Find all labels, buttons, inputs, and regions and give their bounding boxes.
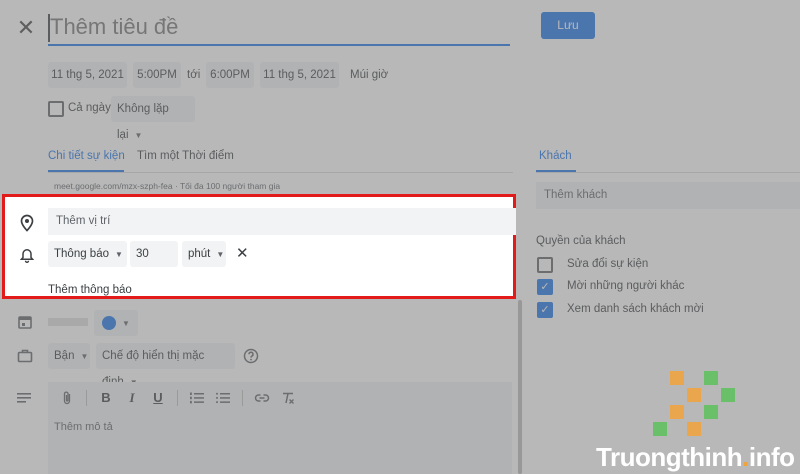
- visibility-dropdown[interactable]: Chế độ hiển thị mặc định▼: [96, 343, 235, 388]
- remove-notification-icon[interactable]: ✕: [236, 243, 249, 265]
- briefcase-icon: [17, 348, 33, 364]
- dropdown-caret-icon: ▼: [122, 319, 130, 328]
- description-placeholder: Thêm mô tả: [54, 421, 113, 433]
- location-pin-icon: [19, 214, 35, 232]
- permission-invite-label: Mời những người khác: [567, 280, 685, 292]
- underline-icon[interactable]: U: [147, 387, 169, 409]
- scrollbar-thumb[interactable]: [518, 300, 522, 474]
- location-input[interactable]: [48, 208, 516, 235]
- highlight-box: Thêm vị trí Thông báo ▼ 30 phút ▼ ✕ Thêm t…: [2, 194, 516, 299]
- notification-type-dropdown[interactable]: Thông báo ▼: [48, 241, 127, 267]
- notification-unit-value: phút: [188, 248, 211, 260]
- bell-icon: [20, 248, 34, 263]
- end-time-chip[interactable]: 6:00PM: [206, 62, 254, 88]
- permission-modify-checkbox[interactable]: [537, 257, 553, 273]
- add-guests-placeholder: Thêm khách: [544, 189, 608, 201]
- help-icon[interactable]: [243, 348, 259, 364]
- calendar-color-dot: [102, 315, 117, 330]
- watermark-tld: info: [748, 442, 795, 472]
- repeat-dropdown[interactable]: Không lặp lại ▼: [111, 96, 195, 141]
- tab-find-time[interactable]: Tìm một Thời điểm: [137, 150, 234, 162]
- close-icon[interactable]: ✕: [12, 14, 40, 42]
- tab-event-details[interactable]: Chi tiết sự kiện: [48, 150, 125, 162]
- watermark-square: [653, 422, 667, 436]
- add-notification-link[interactable]: Thêm thông báo: [48, 284, 132, 296]
- start-time-chip[interactable]: 5:00PM: [133, 62, 181, 88]
- all-day-label: Cả ngày: [68, 102, 111, 114]
- location-placeholder: Thêm vị trí: [56, 215, 111, 227]
- dropdown-caret-icon: ▼: [134, 131, 143, 140]
- clear-formatting-icon[interactable]: [277, 387, 299, 409]
- permission-invite-checkbox[interactable]: ✓: [537, 279, 553, 295]
- toolbar-divider: [86, 390, 87, 406]
- tab-guests[interactable]: Khách: [539, 150, 572, 162]
- watermark-square: [687, 422, 701, 436]
- notification-type-value: Thông báo: [54, 248, 109, 260]
- bulleted-list-icon[interactable]: [212, 387, 234, 409]
- watermark-logo-text: Truongthinh.info: [596, 442, 795, 473]
- save-button[interactable]: Lưu: [541, 12, 595, 39]
- dropdown-caret-icon: ▼: [216, 250, 225, 259]
- toolbar-divider: [242, 390, 243, 406]
- dropdown-caret-icon: ▼: [115, 250, 123, 259]
- watermark-square: [670, 405, 684, 419]
- meet-link[interactable]: meet.google.com/mzx-szph-fea · Tối đa 10…: [54, 181, 280, 191]
- watermark-brand: Truongthinh: [596, 442, 743, 472]
- busy-value: Bận: [54, 350, 75, 362]
- calendar-icon: [17, 314, 33, 330]
- notification-unit-dropdown[interactable]: phút ▼: [182, 241, 226, 267]
- description-icon: [17, 392, 31, 404]
- end-date-chip[interactable]: 11 thg 5, 2021: [260, 62, 339, 88]
- guests-tabs-divider: [536, 172, 800, 173]
- watermark-square: [704, 405, 718, 419]
- timezone-link[interactable]: Múi giờ: [350, 69, 388, 81]
- repeat-value: Không lặp lại: [117, 103, 169, 141]
- all-day-checkbox[interactable]: [48, 101, 64, 117]
- link-icon[interactable]: [251, 387, 273, 409]
- permission-modify-label: Sửa đổi sự kiện: [567, 258, 649, 270]
- watermark-square: [704, 371, 718, 385]
- attachment-icon[interactable]: [56, 387, 78, 409]
- tabs-divider: [48, 172, 513, 173]
- event-title-input[interactable]: [48, 10, 510, 46]
- text-caret: [48, 14, 50, 42]
- toolbar-divider: [177, 390, 178, 406]
- watermark-square: [687, 388, 701, 402]
- to-label: tới: [187, 69, 201, 81]
- numbered-list-icon[interactable]: [186, 387, 208, 409]
- calendar-color-dropdown[interactable]: ▼: [94, 310, 138, 336]
- watermark-square: [670, 371, 684, 385]
- start-date-chip[interactable]: 11 thg 5, 2021: [48, 62, 127, 88]
- format-toolbar: B I U: [56, 387, 299, 409]
- permission-see-list-label: Xem danh sách khách mời: [567, 303, 704, 315]
- bold-icon[interactable]: B: [95, 387, 117, 409]
- watermark-dot: .: [742, 442, 749, 472]
- italic-icon[interactable]: I: [121, 387, 143, 409]
- event-edit-page: ✕ Lưu 11 thg 5, 2021 5:00PM tới 6:00PM 1…: [0, 0, 800, 474]
- permission-see-list-checkbox[interactable]: ✓: [537, 302, 553, 318]
- busy-dropdown[interactable]: Bận ▼: [48, 343, 90, 369]
- calendar-owner-name: [48, 318, 88, 326]
- notification-amount-input[interactable]: 30: [130, 241, 178, 267]
- watermark-square: [721, 388, 735, 402]
- dropdown-caret-icon: ▼: [80, 352, 89, 361]
- guest-permissions-title: Quyền của khách: [536, 235, 626, 247]
